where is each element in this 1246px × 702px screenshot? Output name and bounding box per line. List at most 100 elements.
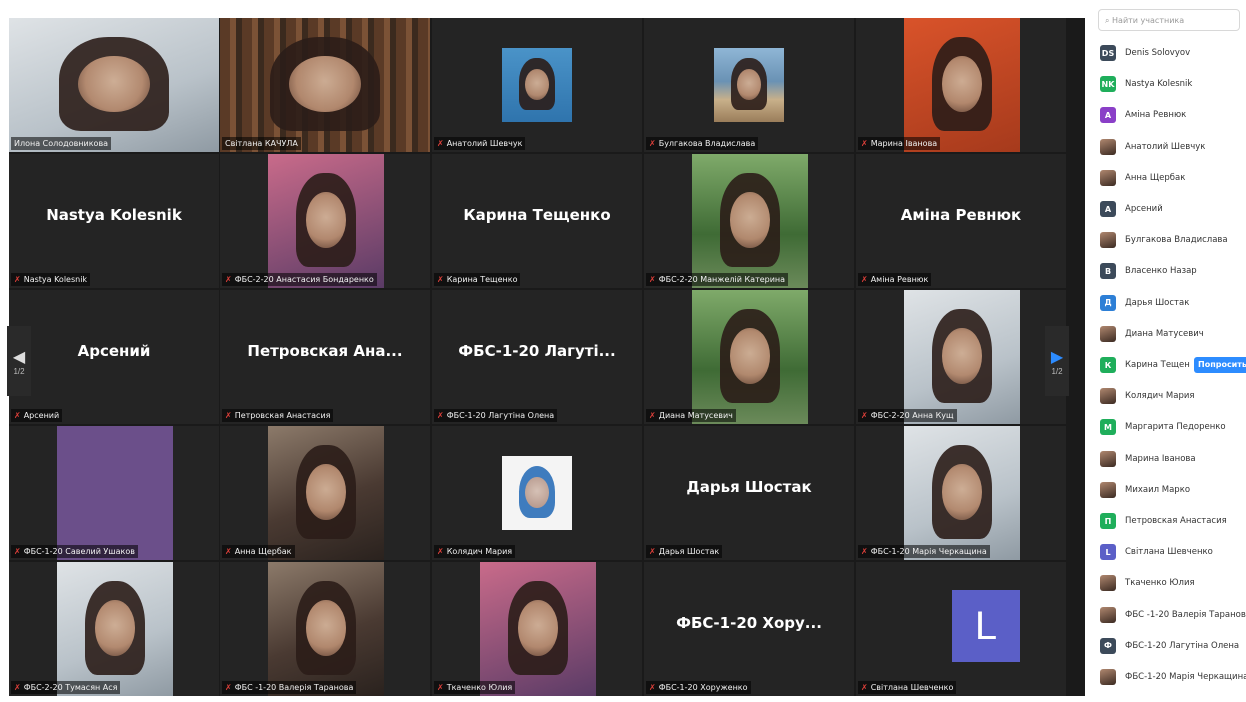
participant-list-item[interactable]: DS Denis Solovyov — [1100, 43, 1246, 63]
participant-video — [220, 18, 430, 152]
video-tile[interactable]: Світлана КАЧУЛА — [220, 18, 430, 152]
participant-list-item[interactable]: Д Дарья Шостак — [1100, 293, 1246, 313]
participant-display-name: Аміна Ревнюк — [900, 206, 1022, 224]
participant-name-label: ✗ ФБС-2-20 Анастасия Бондаренко — [222, 273, 377, 286]
participant-name-text: Аміна Ревнюк — [870, 275, 929, 284]
participant-list-item[interactable]: Марина Іванова — [1100, 449, 1246, 469]
participant-name: Denis Solovyov — [1125, 48, 1191, 58]
video-tile[interactable]: Арсений ✗ Арсений — [9, 290, 219, 424]
participant-name: Марина Іванова — [1125, 453, 1196, 464]
participant-list-item[interactable]: П Петровская Анастасия — [1100, 511, 1246, 531]
participant-list-item[interactable]: Колядич Мария — [1100, 386, 1246, 406]
participant-list-item[interactable]: В Власенко Назар — [1100, 261, 1246, 281]
participant-name: Власенко Назар — [1125, 266, 1197, 277]
avatar: В — [1100, 263, 1116, 280]
participant-name: Булгакова Владислава — [1125, 235, 1228, 246]
participant-name: Ткаченко Юлия — [1125, 578, 1195, 589]
avatar — [1100, 138, 1116, 155]
video-tile[interactable]: ✗ Анатолий Шевчук — [432, 18, 642, 152]
participant-list-item[interactable]: Анатолий Шевчук — [1100, 137, 1246, 157]
avatar: Д — [1100, 294, 1116, 311]
participant-list-item[interactable]: A Арсений — [1100, 199, 1246, 219]
video-tile[interactable]: ✗ ФБС-2-20 Манжелій Катерина — [644, 154, 854, 288]
participant-name: ФБС-1-20 Лагутіна Олена — [1125, 640, 1240, 651]
video-tile[interactable]: ✗ Анна Щербак — [220, 426, 430, 560]
video-tile[interactable]: ФБС-1-20 Лагуті... ✗ ФБС-1-20 Лагутіна Оле… — [432, 290, 642, 424]
video-tile[interactable]: ✗ ФБС-2-20 Анна Кущ — [856, 290, 1066, 424]
participant-video — [692, 290, 808, 424]
participants-panel: ⌕ Найти участника DS Denis Solovyov NK Nast… — [1090, 0, 1246, 702]
next-page-button[interactable]: ▶ 1/2 — [1045, 326, 1069, 396]
participant-list-item[interactable]: A Аміна Ревнюк — [1100, 105, 1246, 125]
video-tile[interactable]: ✗ ФБС-2-20 Тумасян Ася — [9, 562, 219, 696]
participant-name-text: Марина Іванова — [870, 139, 938, 148]
participant-name-label: ✗ Анна Щербак — [222, 545, 295, 558]
participant-list-item[interactable]: Михаил Марко — [1100, 480, 1246, 500]
person-face — [942, 327, 982, 384]
participant-list-item[interactable]: Диана Матусевич — [1100, 324, 1246, 344]
video-tile[interactable]: ФБС-1-20 Хору... ✗ ФБС-1-20 Хоруженко — [644, 562, 854, 696]
video-tile[interactable]: L ✗ Світлана Шевченко — [856, 562, 1066, 696]
video-tile[interactable]: ✗ Колядич Мария — [432, 426, 642, 560]
previous-page-button[interactable]: ◀ 1/2 — [7, 326, 31, 396]
participant-display-name: Арсений — [77, 342, 151, 360]
participant-list-item[interactable]: Ткаченко Юлия — [1100, 573, 1246, 593]
avatar — [1100, 575, 1116, 592]
participant-name-label: ✗ Ткаченко Юлия — [434, 681, 516, 694]
participant-name-label: ✗ ФБС-2-20 Тумасян Ася — [11, 681, 121, 694]
mic-muted-icon: ✗ — [649, 683, 656, 692]
participant-list-item[interactable]: L Світлана Шевченко — [1100, 542, 1246, 562]
avatar: NK — [1100, 76, 1116, 93]
avatar: DS — [1100, 45, 1116, 61]
mic-muted-icon: ✗ — [225, 547, 232, 556]
video-tile[interactable]: ✗ ФБС-2-20 Анастасия Бондаренко — [220, 154, 430, 288]
video-tile[interactable]: ✗ Марина Іванова — [856, 18, 1066, 152]
video-tile[interactable]: Карина Тещенко ✗ Карина Тещенко — [432, 154, 642, 288]
participant-name-text: ФБС-1-20 Марія Черкащина — [870, 547, 987, 556]
video-tile[interactable]: ✗ Ткаченко Юлия — [432, 562, 642, 696]
participant-name: Петровская Анастасия — [1125, 516, 1227, 526]
mic-muted-icon: ✗ — [437, 411, 444, 420]
video-tile[interactable]: Nastya Kolesnik ✗ Nastya Kolesnik — [9, 154, 219, 288]
search-participant-input[interactable]: ⌕ Найти участника — [1098, 9, 1240, 31]
participant-name: Анна Щербак — [1125, 172, 1186, 183]
participant-list-item[interactable]: ФБС-1-20 Марія Черкащина — [1100, 667, 1246, 687]
video-tile[interactable]: ✗ ФБС-1-20 Савелий Ушаков — [9, 426, 219, 560]
person-face — [525, 476, 549, 508]
participant-list-item[interactable]: Ф ФБС-1-20 Лагутіна Олена — [1100, 636, 1246, 656]
video-tile[interactable]: ✗ ФБС-1-20 Марія Черкащина — [856, 426, 1066, 560]
participant-name-label: ✗ Карина Тещенко — [434, 273, 521, 286]
participant-name-text: Світлана Шевченко — [870, 683, 954, 692]
participant-name-label: ✗ ФБС-2-20 Анна Кущ — [858, 409, 957, 422]
video-tile[interactable]: ✗ Диана Матусевич — [644, 290, 854, 424]
participant-list-item[interactable]: NK Nastya Kolesnik — [1100, 74, 1246, 94]
participant-name-label: ✗ ФБС-2-20 Манжелій Катерина — [646, 273, 789, 286]
video-tile[interactable]: Петровская Ана... ✗ Петровская Анастасия — [220, 290, 430, 424]
participant-video — [904, 290, 1020, 424]
avatar — [1100, 669, 1116, 685]
participant-video — [904, 426, 1020, 560]
mic-muted-icon: ✗ — [649, 275, 656, 284]
participant-list-item[interactable]: ФБС -1-20 Валерія Таранова — [1100, 605, 1246, 625]
video-tile[interactable]: Аміна Ревнюк ✗ Аміна Ревнюк — [856, 154, 1066, 288]
participant-display-name: ФБС-1-20 Лагуті... — [458, 342, 616, 360]
ask-to-unmute-button[interactable]: Попросить — [1194, 357, 1246, 373]
participant-name-text: Ткаченко Юлия — [446, 683, 513, 692]
video-tile[interactable]: Илона Солодовникова — [9, 18, 219, 152]
mic-muted-icon: ✗ — [437, 547, 444, 556]
video-tile[interactable]: ✗ Булгакова Владислава — [644, 18, 854, 152]
mic-muted-icon: ✗ — [649, 547, 656, 556]
participant-list-item[interactable]: К Карина Тещен Попросить — [1100, 355, 1246, 375]
participant-video — [268, 426, 384, 560]
video-tile[interactable]: ✗ ФБС -1-20 Валерія Таранова — [220, 562, 430, 696]
person-face — [730, 191, 770, 248]
participant-name-label: ✗ Колядич Мария — [434, 545, 516, 558]
participant-list-item[interactable]: М Маргарита Педоренко — [1100, 417, 1246, 437]
participant-list-item[interactable]: Булгакова Владислава — [1100, 230, 1246, 250]
participant-list-item[interactable]: Анна Щербак — [1100, 168, 1246, 188]
mic-muted-icon: ✗ — [225, 275, 232, 284]
video-tile[interactable]: Дарья Шостак ✗ Дарья Шостак — [644, 426, 854, 560]
participant-name-label: ✗ ФБС-1-20 Марія Черкащина — [858, 545, 990, 558]
mic-muted-icon: ✗ — [861, 275, 868, 284]
mic-muted-icon: ✗ — [861, 139, 868, 148]
